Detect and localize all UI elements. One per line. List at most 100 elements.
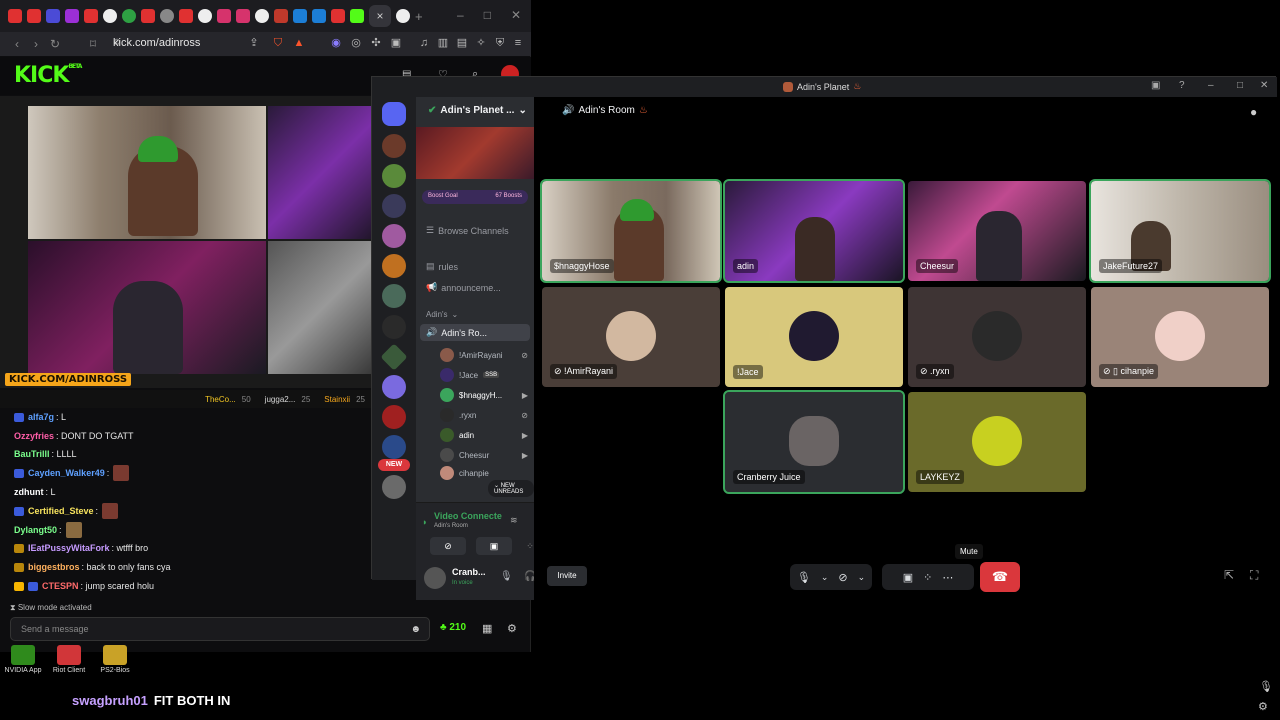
voice-channel-adins-room[interactable]: 🔊 Adin's Ro...: [420, 324, 530, 341]
chat-username[interactable]: IEatPussyWitaFork: [28, 543, 109, 553]
forward-icon[interactable]: ›: [27, 37, 45, 51]
pinned-item[interactable]: Stainxii 25: [324, 395, 365, 404]
rewards-icon[interactable]: ▲: [293, 37, 305, 49]
chrome-tab-icon[interactable]: [396, 9, 410, 23]
screen-share-button[interactable]: ▣: [903, 571, 913, 584]
server-icon[interactable]: [382, 164, 406, 188]
chrome-tab-icon[interactable]: [255, 9, 269, 23]
url-field[interactable]: kick.com/adinross: [113, 37, 200, 52]
server-header[interactable]: ✔ Adin's Planet ... ⌄: [428, 105, 527, 116]
voice-user[interactable]: Cheesur ▶: [440, 448, 530, 462]
youtube-tab-icon[interactable]: [27, 9, 41, 23]
maximize-button[interactable]: □: [1237, 80, 1243, 91]
voice-user[interactable]: $hnaggyH... ▶: [440, 388, 530, 402]
new-tab-button[interactable]: +: [415, 9, 423, 24]
fullscreen-icon[interactable]: ⛶: [1250, 568, 1258, 583]
youtube-tab-icon[interactable]: [331, 9, 345, 23]
vpn-icon[interactable]: ⛨: [494, 37, 506, 49]
voice-user[interactable]: !AmirRayani ⊘: [440, 348, 530, 362]
puzzle-icon[interactable]: ✣: [370, 37, 382, 49]
share-icon[interactable]: ⇪: [248, 37, 260, 49]
camera-off-button[interactable]: ⊘: [430, 537, 466, 555]
chat-username[interactable]: Cayden_Walker49: [28, 468, 105, 478]
server-icon[interactable]: [382, 134, 406, 158]
audio-tile[interactable]: Cranberry Juice: [723, 390, 905, 494]
pinned-item[interactable]: jugga2... 25: [265, 395, 311, 404]
menu-icon[interactable]: ≡: [512, 37, 524, 49]
youtube-tab-icon[interactable]: [179, 9, 193, 23]
maximize-button[interactable]: □: [484, 8, 491, 22]
avatar[interactable]: [424, 567, 446, 589]
audio-tile[interactable]: ⊘ .ryxn: [908, 287, 1086, 387]
category-header[interactable]: Adin's ⌄: [426, 310, 458, 319]
youtube-tab-icon[interactable]: [84, 9, 98, 23]
server-icon[interactable]: [382, 194, 406, 218]
twitch-tab-icon[interactable]: [65, 9, 79, 23]
close-icon[interactable]: ×: [376, 9, 383, 23]
video-tile[interactable]: Cheesur: [908, 181, 1086, 281]
emoji-icon[interactable]: ☻: [410, 624, 421, 635]
chat-username[interactable]: BauTrilll: [14, 449, 50, 459]
settings-icon[interactable]: ⚙: [507, 622, 517, 635]
noise-suppression-icon[interactable]: ≋: [510, 515, 518, 526]
mic-icon[interactable]: 🎙: [1259, 680, 1273, 693]
channel-rules[interactable]: ▤ rules: [426, 261, 458, 272]
youtube-tab-icon[interactable]: [8, 9, 22, 23]
server-icon[interactable]: [382, 224, 406, 248]
chat-username[interactable]: biggestbros: [28, 562, 80, 572]
kick-logo[interactable]: KICKBETA: [14, 63, 82, 88]
audio-tile[interactable]: ⊘ ▯ cihanpie: [1091, 287, 1269, 387]
pinned-item[interactable]: TheCo... 50: [205, 395, 251, 404]
chat-username[interactable]: CTESPN: [42, 581, 79, 591]
tab-close-button[interactable]: ×: [369, 5, 391, 27]
server-icon[interactable]: [382, 284, 406, 308]
instagram-tab-icon[interactable]: [217, 9, 231, 23]
extension-icon[interactable]: ◎: [350, 37, 362, 49]
close-button[interactable]: ✕: [511, 8, 521, 22]
server-icon[interactable]: [382, 375, 406, 399]
mic-button[interactable]: 🎙: [797, 571, 811, 584]
audio-tile[interactable]: LAYKEYZ: [908, 392, 1086, 492]
minimize-button[interactable]: –: [1208, 80, 1214, 91]
tab-icon[interactable]: [46, 9, 60, 23]
tab-icon[interactable]: [274, 9, 288, 23]
voice-user[interactable]: adin ▶: [440, 428, 530, 442]
discord-home-icon[interactable]: [382, 102, 406, 126]
server-icon[interactable]: [382, 315, 406, 339]
new-unreads-pill[interactable]: ⌄ NEW UNREADS: [488, 480, 534, 497]
kicks-balance[interactable]: ♣ 210: [440, 622, 466, 633]
store-icon[interactable]: ▦: [482, 622, 492, 635]
extension-icon[interactable]: ▣: [390, 37, 402, 49]
audio-tile[interactable]: !Jace: [725, 287, 903, 387]
bookmark-icon[interactable]: ⌑: [84, 37, 102, 51]
popout-icon[interactable]: ⇱: [1224, 568, 1234, 582]
sidebar-icon[interactable]: ▥: [437, 37, 449, 49]
server-icon[interactable]: [382, 254, 406, 278]
server-icon[interactable]: [382, 475, 406, 499]
disconnect-button[interactable]: ☎: [980, 562, 1020, 592]
channel-announcements[interactable]: 📢 announceme...: [426, 282, 501, 293]
tab-icon[interactable]: [122, 9, 136, 23]
reload-icon[interactable]: ↻: [46, 37, 64, 51]
activities-button[interactable]: ⁘: [923, 571, 932, 584]
brave-shield-icon[interactable]: ⛉: [272, 37, 284, 49]
server-icon[interactable]: [382, 435, 406, 459]
chat-bubble-icon[interactable]: ●: [1250, 105, 1257, 119]
settings-icon[interactable]: ⚙: [1258, 700, 1268, 713]
chat-username[interactable]: Ozzyfries: [14, 431, 54, 441]
server-icon[interactable]: [380, 343, 408, 371]
youtube-tab-icon[interactable]: [141, 9, 155, 23]
chat-username[interactable]: alfa7g: [28, 412, 54, 422]
screen-share-button[interactable]: ▣: [476, 537, 512, 555]
inbox-icon[interactable]: ▣: [1151, 80, 1160, 91]
tab-icon[interactable]: [312, 9, 326, 23]
tab-icon[interactable]: [160, 9, 174, 23]
minimize-button[interactable]: –: [457, 8, 464, 22]
leo-icon[interactable]: ✧: [475, 37, 487, 49]
media-icon[interactable]: ♫: [418, 37, 430, 49]
chevron-down-icon[interactable]: ⌄: [821, 572, 829, 583]
video-tile[interactable]: JakeFuture27: [1089, 179, 1271, 283]
back-icon[interactable]: ‹: [8, 37, 26, 51]
chat-username[interactable]: Certified_Steve: [28, 506, 94, 516]
chevron-down-icon[interactable]: ⌄: [858, 572, 866, 583]
